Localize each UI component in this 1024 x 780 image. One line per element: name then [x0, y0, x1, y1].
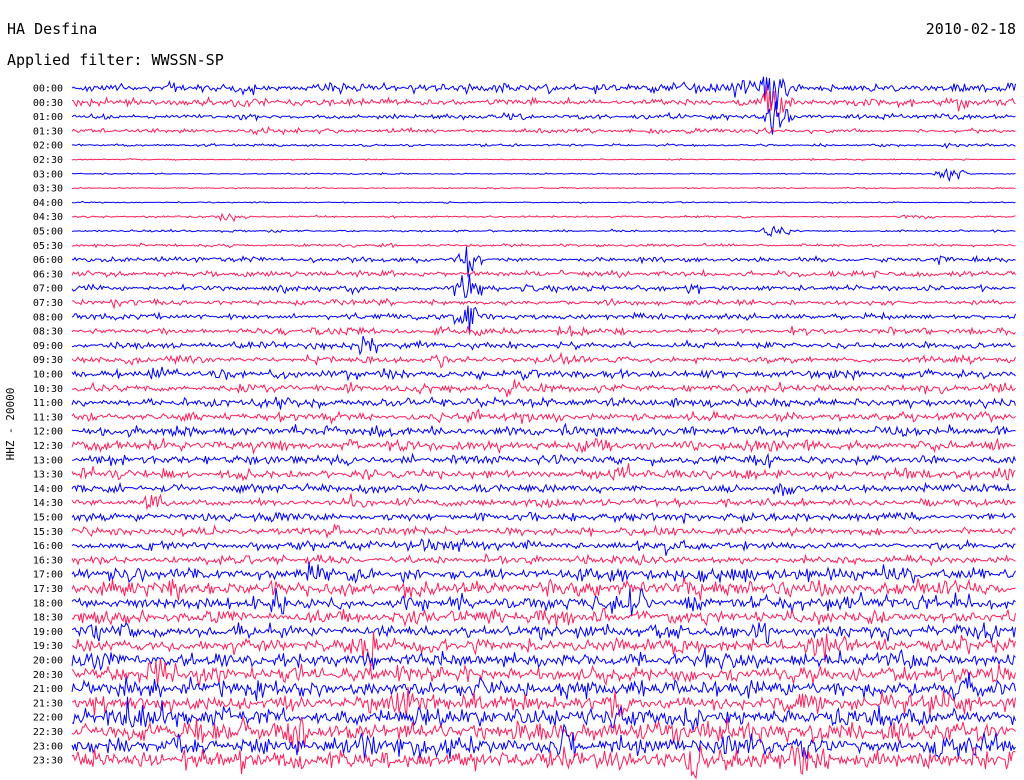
hour-label: 12:00 [33, 427, 63, 438]
trace-row [71, 212, 1016, 223]
trace-row [71, 167, 1016, 183]
hour-label: 23:30 [33, 756, 63, 767]
trace-row [71, 324, 1016, 337]
hour-label: 09:30 [33, 355, 63, 366]
hour-label: 22:00 [33, 713, 63, 724]
hour-label: 02:00 [33, 141, 63, 152]
hour-label: 04:00 [33, 198, 63, 209]
trace-row [71, 242, 1016, 249]
hour-label: 13:00 [33, 455, 63, 466]
hour-label: 01:30 [33, 126, 63, 137]
trace-row [71, 142, 1016, 149]
hour-label: 01:00 [33, 112, 63, 123]
trace-row [71, 463, 1016, 482]
trace-row [71, 268, 1016, 279]
hour-label: 23:00 [33, 741, 63, 752]
trace-row [71, 481, 1016, 497]
hour-label: 07:00 [33, 284, 63, 295]
hour-label: 19:30 [33, 641, 63, 652]
hour-label: 00:00 [33, 84, 63, 95]
hour-label: 18:30 [33, 613, 63, 624]
trace-row [71, 744, 1016, 780]
trace-layer [71, 76, 1016, 780]
hour-label: 19:00 [33, 627, 63, 638]
trace-row [71, 379, 1016, 398]
trace-row [71, 225, 1016, 238]
hour-label: 03:00 [33, 169, 63, 180]
trace-row [71, 511, 1016, 524]
trace-row [71, 305, 1016, 332]
hour-label: 09:00 [33, 341, 63, 352]
trace-row [71, 186, 1016, 190]
trace-row [71, 561, 1016, 584]
trace-row [71, 622, 1016, 646]
trace-row [71, 437, 1016, 455]
trace-row [71, 351, 1016, 369]
hour-label: 11:30 [33, 412, 63, 423]
hour-label: 16:00 [33, 541, 63, 552]
hour-label: 20:00 [33, 656, 63, 667]
hour-label: 17:00 [33, 570, 63, 581]
hour-label: 12:30 [33, 441, 63, 452]
hour-label: 10:00 [33, 370, 63, 381]
hour-label: 04:30 [33, 212, 63, 223]
trace-row [72, 297, 1016, 310]
hour-label: 17:30 [33, 584, 63, 595]
hour-label: 03:30 [33, 184, 63, 195]
hour-label: 05:00 [33, 227, 63, 238]
trace-row [71, 537, 1016, 556]
hour-label: 06:30 [33, 269, 63, 280]
hour-label: 13:30 [33, 470, 63, 481]
hour-label: 14:30 [33, 498, 63, 509]
hour-label: 18:00 [33, 598, 63, 609]
hour-label: 15:30 [33, 527, 63, 538]
trace-row [71, 648, 1016, 672]
trace-row [71, 422, 1016, 438]
hour-label: 06:00 [33, 255, 63, 266]
hour-label: 22:30 [33, 727, 63, 738]
trace-row [71, 366, 1016, 382]
trace-row [71, 396, 1016, 410]
hour-label: 14:00 [33, 484, 63, 495]
trace-row [71, 246, 1016, 278]
trace-row [71, 607, 1016, 628]
trace-row [71, 157, 1016, 162]
hour-label: 21:30 [33, 698, 63, 709]
trace-row [71, 577, 1016, 601]
trace-row [71, 524, 1016, 540]
hour-label: 20:30 [33, 670, 63, 681]
hour-label: 21:00 [33, 684, 63, 695]
trace-row [71, 553, 1016, 567]
hour-label: 05:30 [33, 241, 63, 252]
trace-row [71, 85, 1016, 118]
hour-label-layer: 00:00 00:30 01:00 01:30 02:00 02:30 03:00 03:30… [33, 84, 63, 767]
hour-label: 10:30 [33, 384, 63, 395]
hour-label: 15:00 [33, 513, 63, 524]
trace-row [71, 452, 1016, 469]
hour-label: 11:00 [33, 398, 63, 409]
hour-label: 02:30 [33, 155, 63, 166]
trace-row [71, 493, 1016, 511]
hour-label: 08:30 [33, 327, 63, 338]
trace-row [71, 200, 1016, 205]
hour-label: 00:30 [33, 98, 63, 109]
seismogram-plot: 00:00 00:30 01:00 01:30 02:00 02:30 03:00 03:30… [33, 76, 1016, 780]
hour-label: 07:30 [33, 298, 63, 309]
hour-label: 16:30 [33, 555, 63, 566]
trace-row [71, 408, 1016, 426]
trace-row [71, 125, 1016, 136]
hour-label: 08:00 [33, 312, 63, 323]
trace-row [71, 335, 1016, 356]
